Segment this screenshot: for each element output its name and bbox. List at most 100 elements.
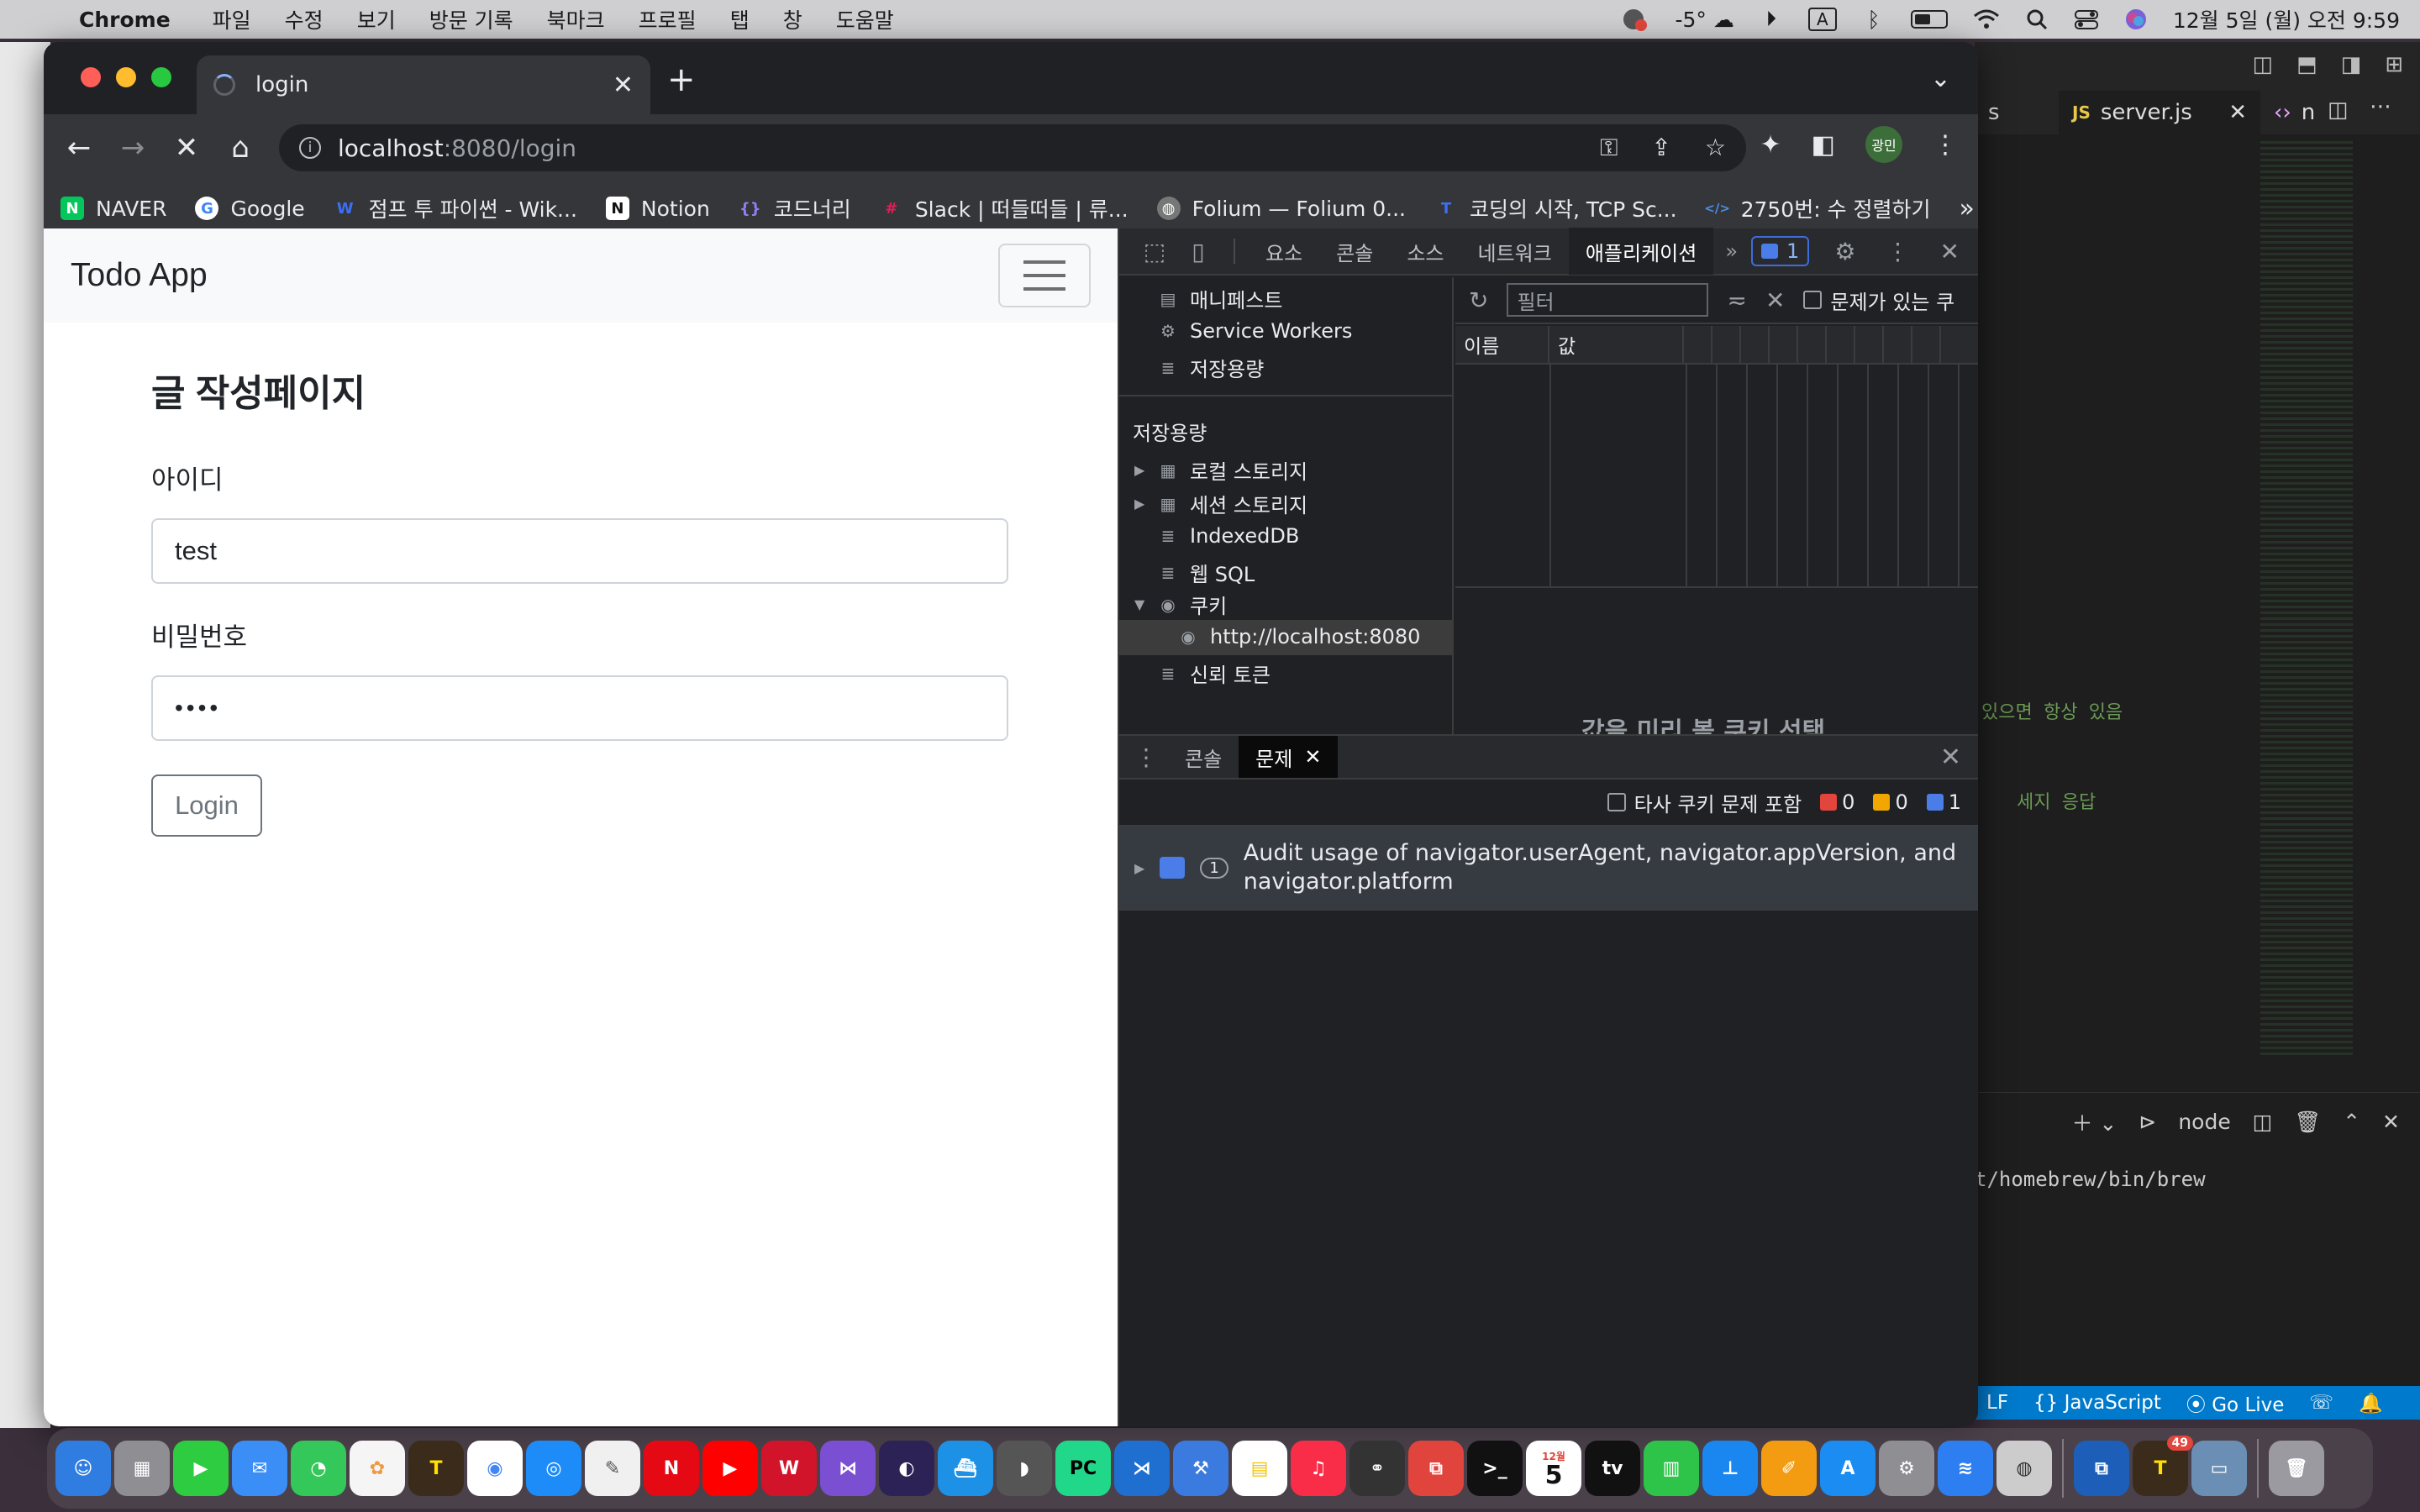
password-input[interactable]: •••• xyxy=(151,675,1008,741)
column-header-samecookie[interactable] xyxy=(1884,326,1912,363)
terminal-icon[interactable]: >_ xyxy=(1467,1441,1523,1496)
forward-button[interactable]: → xyxy=(106,131,160,165)
menu-view[interactable]: 보기 xyxy=(357,4,396,34)
bookmark-item[interactable]: T 코딩의 시작, TCP Sc... xyxy=(1434,193,1677,223)
new-tab-button[interactable]: + xyxy=(667,60,696,99)
id-input[interactable]: test xyxy=(151,518,1008,584)
minimize-window-button[interactable] xyxy=(116,67,136,87)
notification-app-icon[interactable] xyxy=(1621,7,1649,32)
pages-icon[interactable]: ✐ xyxy=(1761,1441,1817,1496)
column-header-path[interactable] xyxy=(1712,326,1741,363)
navbar-toggler-button[interactable] xyxy=(998,244,1091,307)
menu-bookmarks[interactable]: 북마크 xyxy=(547,4,605,34)
xcode-icon[interactable]: ⚒ xyxy=(1173,1441,1228,1496)
kakaotalk-running-icon[interactable]: T 49 xyxy=(2133,1436,2193,1496)
screenshot-window-icon[interactable]: ▭ xyxy=(2191,1441,2247,1496)
preview-icon[interactable]: ◍ xyxy=(1996,1441,2052,1496)
terminal-name[interactable]: node xyxy=(2178,1110,2230,1134)
bookmark-item[interactable]: N Notion xyxy=(605,197,710,221)
sidebar-item-cookies[interactable]: ▼ ◉ 쿠키 xyxy=(1134,590,1227,619)
vscode-tab-previous[interactable]: s xyxy=(1975,91,2059,134)
close-tab-icon[interactable]: ✕ xyxy=(613,71,634,100)
more-tabs-chevron-icon[interactable]: » xyxy=(1713,239,1738,263)
menu-tab[interactable]: 탭 xyxy=(730,4,750,34)
eclipse-icon[interactable]: ◐ xyxy=(879,1441,934,1496)
more-actions-icon[interactable]: ⋯ xyxy=(2370,94,2391,119)
play-icon[interactable]: ⏵ xyxy=(1760,7,1783,32)
sidebar-item-session-storage[interactable]: ▶ ▦ 세션 스토리지 xyxy=(1134,489,1307,518)
facetime-icon[interactable]: ▶ xyxy=(173,1441,229,1496)
pycharm-icon[interactable]: PC xyxy=(1055,1441,1111,1496)
vscode-tab-server-js[interactable]: JS server.js ✕ xyxy=(2059,91,2260,134)
expand-arrow-icon[interactable]: ▶ xyxy=(1134,496,1146,512)
collapse-arrow-icon[interactable]: ▼ xyxy=(1134,596,1146,612)
delete-selected-icon[interactable]: ✕ xyxy=(1765,286,1785,314)
textedit-icon[interactable]: ✎ xyxy=(585,1441,640,1496)
docker-icon[interactable]: ⛴ xyxy=(938,1441,993,1496)
sidebar-item-cookie-origin[interactable]: ◉ http://localhost:8080 xyxy=(1178,625,1420,648)
address-bar[interactable]: i localhost:8080/login ⚿ ⇪ ☆ xyxy=(279,124,1746,171)
music-icon[interactable]: ♫ xyxy=(1291,1441,1346,1496)
expand-arrow-icon[interactable]: ▶ xyxy=(1134,860,1144,876)
devtools-tab-application[interactable]: 애플리케이션 xyxy=(1568,228,1714,275)
launchpad-icon[interactable]: ▦ xyxy=(114,1441,170,1496)
devtools-tab-sources[interactable]: 소스 xyxy=(1390,228,1460,275)
clock-text[interactable]: 12월 5일 (월) 오전 9:59 xyxy=(2173,4,2400,34)
sidebar-item-storage[interactable]: ≣ 저장용량 xyxy=(1158,353,1265,382)
cookie-filter-input[interactable]: 필터 xyxy=(1507,283,1709,317)
feedback-icon[interactable]: ☏ xyxy=(2309,1392,2333,1414)
site-info-icon[interactable]: i xyxy=(299,137,321,159)
stop-loading-button[interactable]: ✕ xyxy=(160,131,213,165)
bookmark-item[interactable]: # Slack | 떠들떠들 | 류... xyxy=(880,193,1128,223)
word-icon[interactable]: ≋ xyxy=(1938,1441,1993,1496)
zoom-window-button[interactable] xyxy=(151,67,171,87)
column-header-expires[interactable] xyxy=(1741,326,1770,363)
netflix-icon[interactable]: N xyxy=(644,1441,699,1496)
sidebar-item-indexeddb[interactable]: ≣ IndexedDB xyxy=(1158,524,1300,548)
zoom-window-app-icon[interactable]: ⧉ xyxy=(2074,1441,2129,1496)
notifications-bell-icon[interactable]: 🔔 xyxy=(2359,1392,2383,1415)
column-header-priority[interactable] xyxy=(1941,326,1978,363)
line-ending-status[interactable]: LF xyxy=(1986,1392,2008,1414)
vscode-minimap[interactable] xyxy=(2260,141,2353,1057)
toggle-secondary-sidebar-icon[interactable]: ◨ xyxy=(2341,52,2362,77)
bookmark-item[interactable]: ◍ Folium — Folium 0... xyxy=(1156,197,1406,221)
customize-layout-icon[interactable]: ⊞ xyxy=(2385,52,2403,77)
finder-icon[interactable]: ☺ xyxy=(55,1441,111,1496)
spotlight-search-icon[interactable] xyxy=(2025,8,2049,30)
devtools-tab-network[interactable]: 네트워크 xyxy=(1461,228,1569,275)
device-toolbar-icon[interactable]: ▯ xyxy=(1176,238,1220,265)
wps-icon[interactable]: W xyxy=(761,1441,817,1496)
more-bookmarks-chevron-icon[interactable]: » xyxy=(1960,194,1975,223)
control-center-icon[interactable] xyxy=(2074,8,2099,30)
parallels-icon[interactable]: ⧉ xyxy=(1408,1441,1464,1496)
mail-icon[interactable]: ✉ xyxy=(232,1441,287,1496)
input-source-indicator[interactable]: A xyxy=(1807,8,1837,31)
bookmark-item[interactable]: W 점프 투 파이썬 - Wik... xyxy=(334,193,577,223)
vscode-editor[interactable]: 있으면 항상 있음 세지 응답 xyxy=(1975,134,2420,1100)
inspect-element-icon[interactable]: ⬚ xyxy=(1133,238,1176,265)
drawer-menu-icon[interactable]: ⋮ xyxy=(1134,743,1168,771)
menu-app-name[interactable]: Chrome xyxy=(79,8,171,32)
close-window-button[interactable] xyxy=(81,67,101,87)
close-drawer-icon[interactable]: ✕ xyxy=(1940,743,1961,772)
sidebar-item-manifest[interactable]: ▤ 매니페스트 xyxy=(1158,284,1283,313)
keynote-icon[interactable]: ⊥ xyxy=(1702,1441,1758,1496)
menu-window[interactable]: 창 xyxy=(783,4,802,34)
column-header-size[interactable] xyxy=(1770,326,1798,363)
bookmark-star-icon[interactable]: ☆ xyxy=(1705,134,1726,162)
clear-filtered-icon[interactable]: ≂ xyxy=(1727,286,1746,314)
binoculars-icon[interactable]: ⚭ xyxy=(1349,1441,1405,1496)
column-header-partition[interactable] xyxy=(1912,326,1941,363)
column-header-domain[interactable] xyxy=(1684,326,1712,363)
navbar-brand[interactable]: Todo App xyxy=(71,257,208,294)
close-icon[interactable]: ✕ xyxy=(1940,238,1960,265)
browser-tab-login[interactable]: login ✕ xyxy=(197,55,650,114)
chrome-icon[interactable]: ◉ xyxy=(467,1441,523,1496)
go-live-status[interactable]: ⦿ Go Live xyxy=(2186,1389,2284,1417)
drawer-tab-console[interactable]: 콘솔 xyxy=(1168,736,1239,778)
apple-tv-icon[interactable]: tv xyxy=(1585,1441,1640,1496)
close-icon[interactable]: ✕ xyxy=(1304,745,1321,769)
menu-history[interactable]: 방문 기록 xyxy=(429,4,513,34)
chrome-menu-icon[interactable]: ⋮ xyxy=(1933,130,1958,160)
